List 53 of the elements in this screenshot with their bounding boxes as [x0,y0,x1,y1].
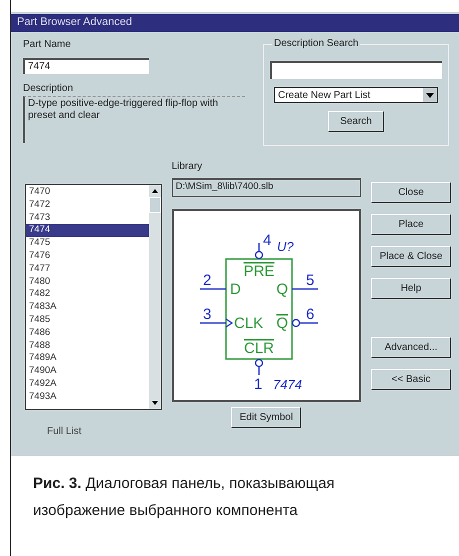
list-item[interactable]: 7475 [26,237,149,250]
list-item[interactable]: 7493A [26,390,149,404]
pin-number: 6 [306,306,315,324]
pin-number: 4 [263,232,272,250]
group-label: Description Search [272,38,360,49]
list-item[interactable]: 7472 [26,198,149,212]
list-item[interactable]: 7492A [26,378,149,391]
pin-name: CLK [234,315,264,332]
scrollbar[interactable] [148,185,161,409]
window-title: Part Browser Advanced [11,14,459,32]
reference-label: U? [277,239,294,254]
pin-name: PRE [244,263,275,280]
pin-name: Q [276,315,288,332]
list-item[interactable]: 7489A [26,352,149,366]
full-list-label: Full List [47,426,82,437]
list-item[interactable]: 7473 [26,212,149,224]
field-label: Part Name [23,38,72,52]
figure-caption: Рис. 3. Диалоговая панель, показывающая изображение выбранного компонента [33,474,336,521]
part-name-field[interactable]: 7474 [23,58,149,74]
scroll-thumb[interactable] [148,197,161,213]
list-item[interactable]: 7486 [26,326,149,340]
dialog-button[interactable]: Close [371,182,451,203]
list-item[interactable]: 7470 [26,186,149,199]
library-path-field: D:\MSim_8\lib\7400.slb [172,178,361,197]
pin-number: 2 [203,272,212,290]
list-item[interactable]: 7485 [26,314,149,327]
dialog-button[interactable]: Place [371,214,451,235]
list-item[interactable]: 7482 [26,288,149,302]
dialog-button[interactable]: Advanced... [371,337,451,358]
dialog-button[interactable]: << Basic [371,369,451,390]
field-label: Library [172,160,204,174]
dialog-button[interactable]: Place & Close [371,246,451,267]
search-button[interactable]: Search [328,111,384,132]
list-item[interactable]: 7476 [26,250,149,263]
pin-name: Q [276,281,288,298]
pin-number: 1 [254,376,263,394]
pin-name: D [230,281,242,298]
list-item[interactable]: 7474 [26,224,149,238]
search-field[interactable] [270,61,442,79]
field-label: Description [23,82,74,96]
description-text: D-type positive-edge-triggered flip-flop with preset and clear [23,96,245,143]
list-item[interactable]: 7488 [26,340,149,352]
pin-number: 5 [306,272,315,290]
list-item[interactable]: 7483A [26,301,149,314]
list-item[interactable]: 7477 [26,262,149,276]
pin-name: CLR [244,340,274,358]
edit-symbol-button[interactable]: Edit Symbol [231,407,302,428]
pin-number: 3 [203,306,212,324]
list-item[interactable]: 7480 [26,276,149,288]
list-dropdown[interactable]: Create New Part List [274,87,438,103]
part-value-label: 7474 [273,377,302,392]
dialog-button[interactable]: Help [371,278,451,299]
list-item[interactable]: 7490A [26,365,149,378]
